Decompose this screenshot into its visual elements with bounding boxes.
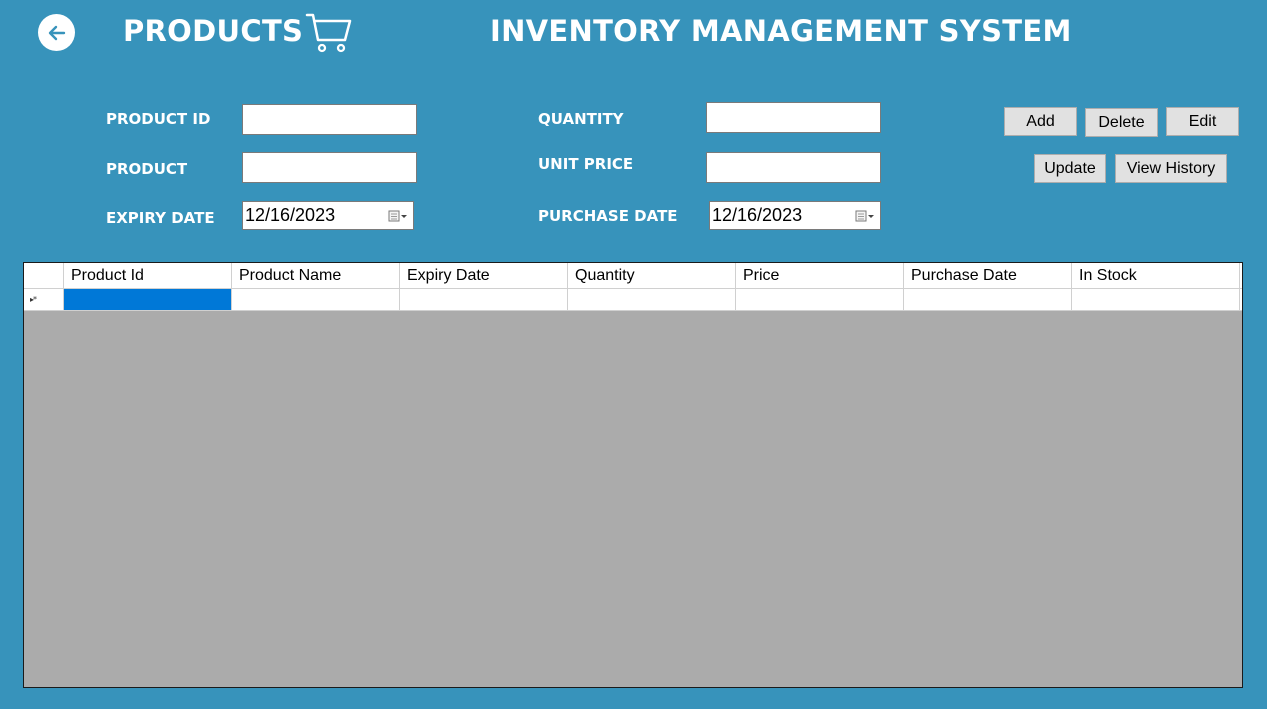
page-title: PRODUCTS [123,14,304,48]
add-button[interactable]: Add [1004,107,1077,136]
grid-corner-cell[interactable] [24,263,64,288]
shopping-cart-icon [305,12,353,59]
delete-button[interactable]: Delete [1085,108,1158,137]
column-header-expiry-date[interactable]: Expiry Date [400,263,568,288]
purchase-date-label: PURCHASE DATE [538,207,678,225]
row-header-new[interactable]: ▸* [24,289,64,310]
back-button[interactable] [38,14,75,51]
column-header-product-id[interactable]: Product Id [64,263,232,288]
product-id-label: PRODUCT ID [106,110,211,128]
column-header-purchase-date[interactable]: Purchase Date [904,263,1072,288]
quantity-label: QUANTITY [538,110,624,128]
product-id-input[interactable] [242,104,417,135]
purchase-date-picker[interactable]: 12/16/2023 [709,201,881,230]
expiry-date-picker[interactable]: 12/16/2023 [242,201,414,230]
grid-cell-quantity[interactable] [568,289,736,310]
unit-price-input[interactable] [706,152,881,183]
grid-cell-product-name[interactable] [232,289,400,310]
column-header-price[interactable]: Price [736,263,904,288]
purchase-date-value: 12/16/2023 [712,205,803,225]
column-header-quantity[interactable]: Quantity [568,263,736,288]
grid-header-row: Product Id Product Name Expiry Date Quan… [24,263,1242,289]
product-label: PRODUCT [106,160,188,178]
grid-cell-price[interactable] [736,289,904,310]
unit-price-label: UNIT PRICE [538,155,634,173]
view-history-button[interactable]: View History [1115,154,1227,183]
column-header-in-stock[interactable]: In Stock [1072,263,1240,288]
arrow-left-icon [48,25,65,40]
edit-button[interactable]: Edit [1166,107,1239,136]
grid-cell-product-id[interactable] [64,289,232,310]
grid-cell-purchase-date[interactable] [904,289,1072,310]
expiry-date-value: 12/16/2023 [245,205,336,225]
grid-cell-expiry-date[interactable] [400,289,568,310]
expiry-date-label: EXPIRY DATE [106,209,215,227]
product-name-input[interactable] [242,152,417,183]
products-grid[interactable]: Product Id Product Name Expiry Date Quan… [23,262,1243,688]
grid-cell-in-stock[interactable] [1072,289,1240,310]
update-button[interactable]: Update [1034,154,1106,183]
app-title: INVENTORY MANAGEMENT SYSTEM [490,14,1072,48]
calendar-dropdown-icon[interactable] [388,210,413,222]
quantity-input[interactable] [706,102,881,133]
new-row[interactable]: ▸* [24,289,1242,311]
column-header-product-name[interactable]: Product Name [232,263,400,288]
new-row-marker-icon: ▸* [30,295,37,304]
calendar-dropdown-icon[interactable] [855,210,880,222]
